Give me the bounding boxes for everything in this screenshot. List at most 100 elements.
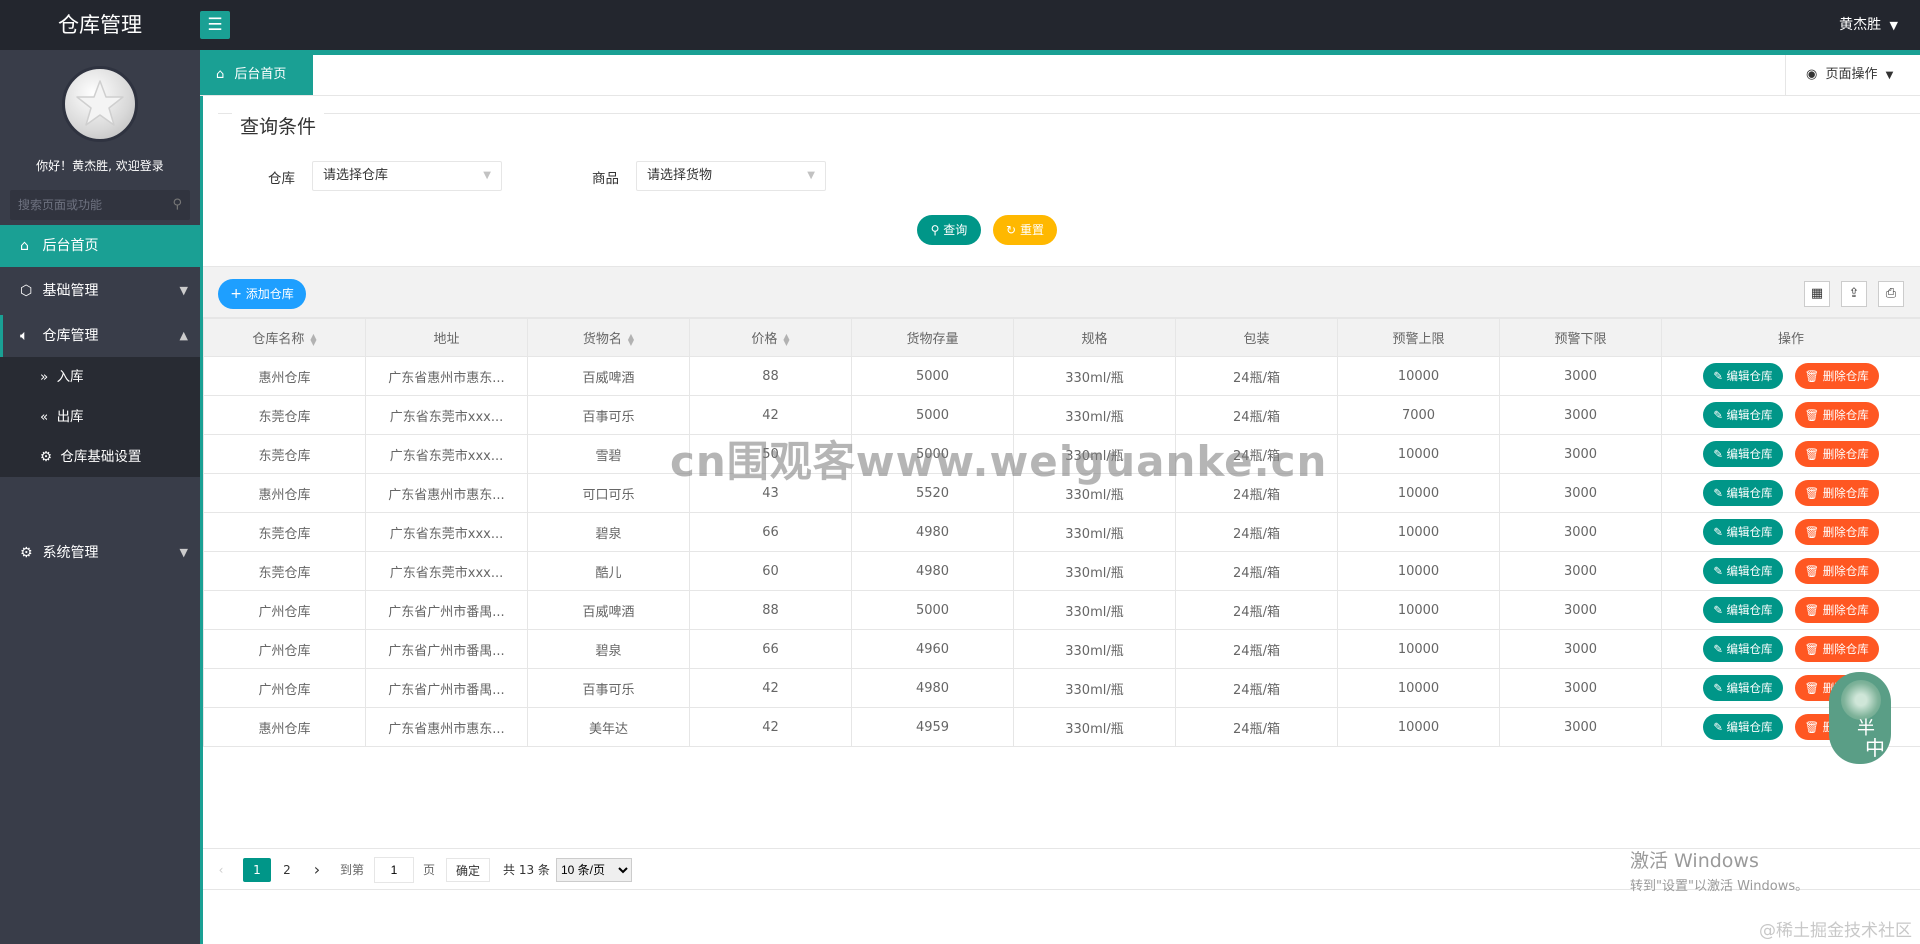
next-page-icon[interactable]: ›: [303, 858, 331, 882]
table-cell: 雪碧: [527, 434, 690, 474]
table-cell: 5000: [851, 356, 1014, 396]
search-button-label: 查询: [943, 223, 968, 237]
search-icon[interactable]: ⚲: [172, 197, 182, 212]
sort-icon[interactable]: ▲ ▼: [783, 332, 789, 346]
edit-warehouse-button[interactable]: ✎ 编辑仓库: [1703, 363, 1783, 389]
table-cell: 广东省广州市番禺...: [365, 668, 528, 708]
columns-filter-icon[interactable]: ▦: [1804, 281, 1830, 307]
table-row: 东莞仓库 广东省东莞市xxx... 碧泉 66 4980 330ml/瓶 24瓶/箱 1000…: [203, 512, 1920, 552]
table-cell: 美年达: [527, 707, 690, 747]
table-cell: 惠州仓库: [203, 707, 366, 747]
column-header[interactable]: 货物名 ▲ ▼: [527, 318, 690, 357]
delete-warehouse-button[interactable]: 🗑︎ 删除仓库: [1794, 519, 1879, 545]
app-logo-title[interactable]: 仓库管理: [0, 0, 200, 50]
delete-warehouse-button[interactable]: 🗑︎ 删除仓库: [1794, 363, 1879, 389]
sidebar-item-system[interactable]: ⚙ 系统管理 ▼: [0, 532, 200, 574]
table-cell-actions: ✎ 编辑仓库 🗑︎ 删除仓库: [1661, 590, 1920, 630]
delete-warehouse-button[interactable]: 🗑︎ 删除仓库: [1794, 480, 1879, 506]
table-cell-actions: ✎ 编辑仓库 🗑︎ 删除仓库: [1661, 356, 1920, 396]
edit-icon: ✎: [1713, 720, 1727, 734]
delete-label: 删除仓库: [1822, 525, 1869, 539]
reset-button[interactable]: ↻ 重置: [993, 215, 1057, 245]
edit-icon: ✎: [1713, 408, 1727, 422]
sidebar-search-input[interactable]: [10, 190, 160, 220]
search-button[interactable]: ⚲ 查询: [917, 215, 981, 245]
welcome-text: 你好！黄杰胜, 欢迎登录: [36, 159, 164, 173]
sidebar-item-warehouse[interactable]: 🔈︎ 仓库管理 ▲: [0, 315, 200, 357]
sidebar-item-warehouse-settings[interactable]: ⚙ 仓库基础设置: [0, 437, 200, 477]
table-cell: 42: [689, 707, 852, 747]
add-warehouse-label: 添加仓库: [245, 287, 294, 301]
floating-input-widget[interactable]: 半 中: [1829, 672, 1891, 764]
column-header[interactable]: 仓库名称 ▲ ▼: [203, 318, 366, 357]
table-cell: 10000: [1337, 707, 1500, 747]
hamburger-icon: ☰: [207, 15, 223, 35]
prev-page-icon[interactable]: ‹: [207, 858, 235, 882]
edit-warehouse-button[interactable]: ✎ 编辑仓库: [1703, 402, 1783, 428]
edit-warehouse-button[interactable]: ✎ 编辑仓库: [1703, 519, 1783, 545]
table-cell: 24瓶/箱: [1175, 707, 1338, 747]
tab-home[interactable]: ⌂ 后台首页: [200, 55, 313, 95]
table-cell: 广东省东莞市xxx...: [365, 551, 528, 591]
table-cell-actions: ✎ 编辑仓库 🗑︎ 删除仓库: [1661, 473, 1920, 513]
sidebar-search: ⚲: [10, 190, 190, 220]
goods-select[interactable]: 请选择货物 ▼: [636, 161, 826, 191]
table-cell: 百威啤酒: [527, 590, 690, 630]
edit-label: 编辑仓库: [1726, 642, 1773, 656]
edit-warehouse-button[interactable]: ✎ 编辑仓库: [1703, 675, 1783, 701]
edit-label: 编辑仓库: [1726, 486, 1773, 500]
column-header[interactable]: 价格 ▲ ▼: [689, 318, 852, 357]
warehouse-select[interactable]: 请选择仓库 ▼: [312, 161, 502, 191]
table-cell: 60: [689, 551, 852, 591]
page-number-current[interactable]: 1: [243, 858, 271, 882]
sort-icon[interactable]: ▲ ▼: [628, 332, 634, 346]
column-header: 包装: [1175, 318, 1338, 357]
column-header: 预警上限: [1337, 318, 1500, 357]
trash-icon: 🗑︎: [1804, 408, 1823, 422]
delete-warehouse-button[interactable]: 🗑︎ 删除仓库: [1794, 441, 1879, 467]
avatar[interactable]: [62, 66, 138, 142]
table-cell: 330ml/瓶: [1013, 551, 1176, 591]
table-cell: 24瓶/箱: [1175, 668, 1338, 708]
table-body: 惠州仓库 广东省惠州市惠东... 百威啤酒 88 5000 330ml/瓶 24瓶/箱 100…: [203, 356, 1920, 747]
search-icon: ⚲: [930, 223, 940, 237]
page-number[interactable]: 2: [273, 858, 301, 882]
sidebar-item-basic[interactable]: ⬡ 基础管理 ▼: [0, 270, 200, 312]
table-cell: 330ml/瓶: [1013, 434, 1176, 474]
table-cell: 广东省惠州市惠东...: [365, 707, 528, 747]
export-icon[interactable]: ⇪: [1841, 281, 1867, 307]
menu-toggle-button[interactable]: ☰: [200, 11, 230, 39]
page-operations-dropdown[interactable]: ◉ 页面操作 ▼: [1785, 55, 1920, 95]
trash-icon: 🗑︎: [1804, 564, 1823, 578]
warehouse-select-value: 请选择仓库: [323, 168, 389, 183]
user-menu[interactable]: 黄杰胜 ▼: [1839, 0, 1898, 50]
table-cell: 东莞仓库: [203, 395, 366, 435]
trash-icon: 🗑︎: [1804, 603, 1823, 617]
edit-warehouse-button[interactable]: ✎ 编辑仓库: [1703, 714, 1783, 740]
goto-page-input[interactable]: [374, 857, 414, 883]
sidebar-item-home[interactable]: ⌂ 后台首页: [0, 225, 200, 267]
edit-warehouse-button[interactable]: ✎ 编辑仓库: [1703, 441, 1783, 467]
table-cell: 5000: [851, 590, 1014, 630]
edit-icon: ✎: [1713, 642, 1727, 656]
edit-warehouse-button[interactable]: ✎ 编辑仓库: [1703, 480, 1783, 506]
print-icon[interactable]: ⎙: [1878, 281, 1904, 307]
confirm-page-button[interactable]: 确定: [446, 858, 490, 882]
edit-warehouse-button[interactable]: ✎ 编辑仓库: [1703, 597, 1783, 623]
delete-warehouse-button[interactable]: 🗑︎ 删除仓库: [1794, 558, 1879, 584]
delete-warehouse-button[interactable]: 🗑︎ 删除仓库: [1794, 636, 1879, 662]
sidebar-item-outbound[interactable]: « 出库: [0, 397, 200, 437]
table-cell: 东莞仓库: [203, 512, 366, 552]
trash-icon: 🗑︎: [1804, 681, 1823, 695]
edit-warehouse-button[interactable]: ✎ 编辑仓库: [1703, 636, 1783, 662]
sidebar-item-inbound[interactable]: » 入库: [0, 357, 200, 397]
delete-warehouse-button[interactable]: 🗑︎ 删除仓库: [1794, 402, 1879, 428]
sort-icon[interactable]: ▲ ▼: [310, 332, 316, 346]
edit-warehouse-button[interactable]: ✎ 编辑仓库: [1703, 558, 1783, 584]
page-size-select[interactable]: 10 条/页: [556, 858, 632, 882]
table-cell: 66: [689, 512, 852, 552]
table-cell: 广东省广州市番禺...: [365, 629, 528, 669]
delete-warehouse-button[interactable]: 🗑︎ 删除仓库: [1794, 597, 1879, 623]
add-warehouse-button[interactable]: + 添加仓库: [218, 279, 306, 309]
tab-label: 后台首页: [234, 67, 287, 82]
